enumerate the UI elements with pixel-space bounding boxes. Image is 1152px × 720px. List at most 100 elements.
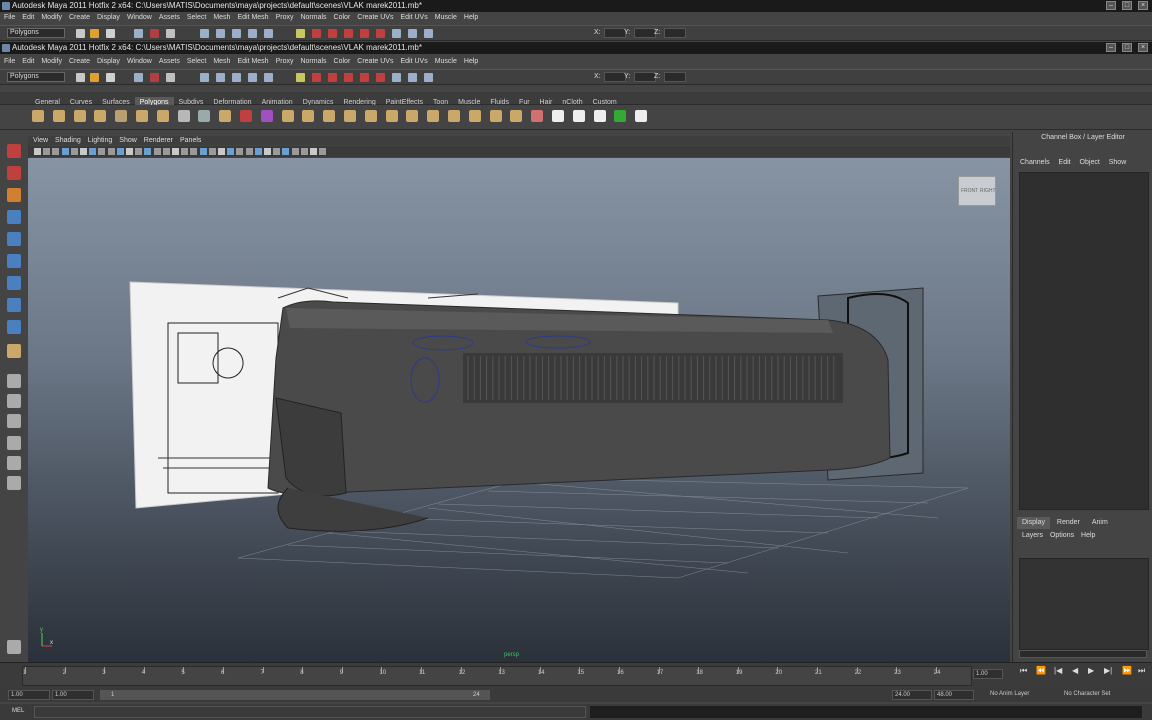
key-back-icon[interactable]: |◀ (1054, 666, 1062, 675)
status-tool-icon[interactable] (248, 29, 257, 38)
menuset-dropdown[interactable]: Polygons (7, 28, 65, 38)
tool-icon[interactable] (7, 476, 21, 490)
status-tool-icon[interactable] (344, 29, 353, 38)
menu-help[interactable]: Help (464, 58, 478, 65)
viewcube-right[interactable]: RIGHT (980, 188, 996, 194)
status-tool-icon[interactable] (408, 29, 417, 38)
tab-display[interactable]: Display (1017, 517, 1050, 529)
status-tool-icon[interactable] (76, 73, 85, 82)
shelf-tool-icon[interactable] (572, 110, 585, 122)
key-forward-icon[interactable]: ▶| (1104, 666, 1112, 675)
menu-assets[interactable]: Assets (159, 58, 180, 65)
panel-tool-icon[interactable] (181, 148, 189, 155)
status-tool-icon[interactable] (408, 73, 417, 82)
panel-tool-icon[interactable] (52, 148, 60, 155)
shelf-tool-icon[interactable] (406, 110, 419, 122)
status-tool-icon[interactable] (150, 29, 159, 38)
panel-menu-lighting[interactable]: Lighting (88, 137, 113, 144)
menu-window[interactable]: Window (127, 14, 152, 21)
menu-file[interactable]: File (4, 58, 15, 65)
panel-tool-icon[interactable] (70, 148, 78, 155)
status-tool-icon[interactable] (134, 29, 143, 38)
panel-tool-icon[interactable] (116, 148, 124, 155)
status-tool-icon[interactable] (344, 73, 353, 82)
layer-list[interactable] (1019, 558, 1149, 650)
channel-list[interactable] (1019, 172, 1149, 510)
time-slider[interactable]: 1 2 3 4 5 6 7 8 9 10 11 12 13 14 15 16 17 18 19 20 21 22 23 24 … (0, 662, 1152, 688)
panel-tool-icon[interactable] (144, 148, 152, 155)
cb-menu-show[interactable]: Show (1109, 159, 1127, 166)
menu-create-uvs[interactable]: Create UVs (357, 58, 393, 65)
play-forward-icon[interactable]: ▶ (1088, 666, 1094, 675)
status-tool-icon[interactable] (166, 73, 175, 82)
menu-create[interactable]: Create (69, 14, 90, 21)
status-tool-icon[interactable] (232, 29, 241, 38)
maximize-icon[interactable]: □ (1122, 43, 1132, 52)
status-tool-icon[interactable] (134, 73, 143, 82)
menu-color[interactable]: Color (334, 58, 351, 65)
tool-icon[interactable] (7, 394, 21, 408)
character-set-dropdown[interactable]: No Character Set (1062, 690, 1128, 700)
shelf-tool-icon[interactable] (94, 110, 107, 122)
panel-menu-panels[interactable]: Panels (180, 137, 201, 144)
status-tool-icon[interactable] (312, 73, 321, 82)
menu-window[interactable]: Window (127, 58, 152, 65)
shelf-tool-icon[interactable] (136, 110, 148, 122)
panel-tool-icon[interactable] (190, 148, 198, 155)
menu-mesh[interactable]: Mesh (213, 58, 230, 65)
status-tool-icon[interactable] (248, 73, 257, 82)
status-tool-icon[interactable] (200, 73, 209, 82)
layer-scrollbar[interactable] (1019, 650, 1147, 658)
status-tool-icon[interactable] (392, 73, 401, 82)
menu-muscle[interactable]: Muscle (435, 58, 457, 65)
menu-mesh[interactable]: Mesh (213, 14, 230, 21)
shelf-tool-icon[interactable] (156, 110, 169, 122)
menu-create[interactable]: Create (69, 58, 90, 65)
panel-tool-icon[interactable] (282, 148, 290, 155)
menu-file[interactable]: File (4, 14, 15, 21)
menu-edit[interactable]: Edit (22, 14, 34, 21)
shelf-tool-icon[interactable] (635, 110, 648, 122)
time-slider-track[interactable]: 1 2 3 4 5 6 7 8 9 10 11 12 13 14 15 16 17 18 19 20 21 22 23 24 (22, 666, 972, 686)
menu-modify[interactable]: Modify (41, 14, 62, 21)
close-icon[interactable]: × (1138, 43, 1148, 52)
menuset-dropdown[interactable]: Polygons (7, 72, 65, 82)
status-tool-icon[interactable] (106, 73, 115, 82)
panel-tool-icon[interactable] (227, 148, 235, 155)
tool-icon[interactable] (7, 276, 21, 290)
status-tool-icon[interactable] (150, 73, 159, 82)
status-tool-icon[interactable] (424, 29, 433, 38)
panel-menu-show[interactable]: Show (119, 137, 137, 144)
step-forward-icon[interactable]: ⏩ (1122, 666, 1132, 675)
go-end-icon[interactable]: ⏭ (1138, 666, 1145, 676)
panel-tool-icon[interactable] (208, 148, 216, 155)
panel-tool-icon[interactable] (254, 148, 262, 155)
shelf-tool-icon[interactable] (468, 110, 481, 122)
panel-tool-icon[interactable] (300, 148, 308, 155)
viewcube-front[interactable]: FRONT (961, 188, 978, 194)
panel-tool-icon[interactable] (80, 148, 87, 155)
shelf-tool-icon[interactable] (531, 110, 544, 122)
tool-icon[interactable] (7, 166, 21, 180)
anim-layer-dropdown[interactable]: No Anim Layer (988, 690, 1054, 700)
menu-muscle[interactable]: Muscle (435, 14, 457, 21)
close-icon[interactable]: × (1138, 1, 1148, 10)
tab-anim[interactable]: Anim (1087, 517, 1113, 529)
menu-edit-uvs[interactable]: Edit UVs (400, 14, 427, 21)
shelf-tool-icon[interactable] (240, 110, 252, 122)
shelf-tool-icon[interactable] (448, 110, 460, 122)
shelf-tool-icon[interactable] (177, 110, 190, 122)
status-tool-icon[interactable] (106, 29, 115, 38)
panel-tool-icon[interactable] (319, 148, 327, 155)
menu-edit[interactable]: Edit (22, 58, 34, 65)
status-tool-icon[interactable] (392, 29, 401, 38)
menu-assets[interactable]: Assets (159, 14, 180, 21)
status-tool-icon[interactable] (76, 29, 85, 38)
menu-display[interactable]: Display (97, 14, 120, 21)
shelf-tool-icon[interactable] (593, 110, 606, 122)
tool-icon[interactable] (7, 456, 21, 470)
status-tool-icon[interactable] (166, 29, 175, 38)
playback-end-field[interactable]: 24.00 (892, 690, 932, 700)
tool-icon[interactable] (7, 436, 21, 450)
menu-edit-uvs[interactable]: Edit UVs (400, 58, 427, 65)
